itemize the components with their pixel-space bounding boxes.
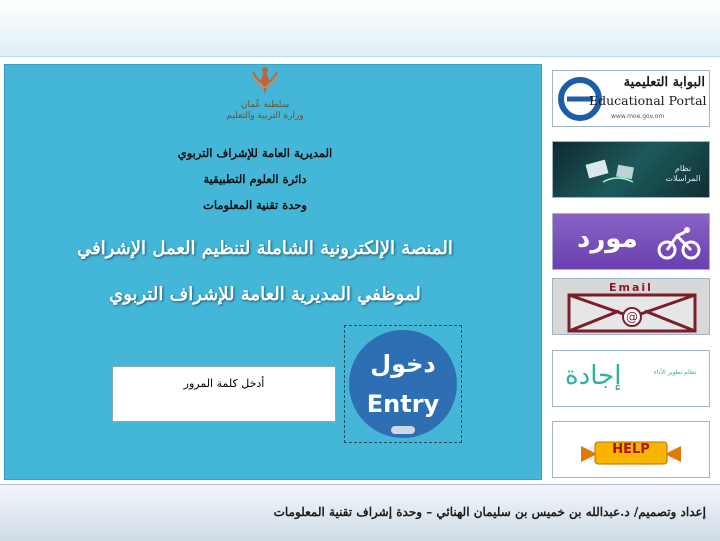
cyclist-icon [657, 227, 701, 260]
sidebar-item-correspondence[interactable]: نظام المراسلات [552, 141, 710, 198]
sidebar-item-ijada[interactable]: إجادة نظام تطوير الأداء [552, 350, 710, 407]
sidebar-item-mawrid[interactable]: مورد [552, 213, 710, 270]
department-heading: دائرة العلوم التطبيقية [203, 172, 307, 186]
portal-title-en: Educational Portal [589, 93, 707, 108]
footer-credit: إعداد وتصميم/ د.عبدالله بن خميس بن سليما… [273, 505, 706, 519]
sidebar: البوابة التعليمية Educational Portal www… [546, 64, 718, 478]
sidebar-item-help[interactable]: HELP [552, 421, 710, 478]
sidebar-item-educational-portal[interactable]: البوابة التعليمية Educational Portal www… [552, 70, 710, 127]
entry-label-ar: دخول [370, 350, 436, 378]
envelope-icon: @ [567, 293, 697, 333]
entry-label-en: Entry [366, 390, 440, 418]
help-label: HELP [612, 442, 650, 457]
page-title-line1: المنصة الإلكترونية الشاملة لتنظيم العمل … [77, 238, 453, 259]
ministry-line2: وزارة التربية والتعليم [226, 111, 304, 121]
ijada-subtitle: نظام تطوير الأداء [653, 369, 697, 376]
mawrid-label: مورد [577, 224, 638, 254]
entry-button-circle: دخول Entry [349, 330, 457, 438]
unit-heading: وحدة تقنية المعلومات [203, 198, 307, 212]
svg-text:@: @ [626, 310, 638, 324]
portal-title-ar: البوابة التعليمية [623, 75, 705, 90]
entry-button[interactable]: دخول Entry [344, 325, 462, 443]
ministry-name: سلطنة عُمان وزارة التربية والتعليم [225, 100, 305, 122]
top-banner [0, 0, 720, 57]
footer-bar: إعداد وتصميم/ د.عبدالله بن خميس بن سليما… [0, 484, 720, 541]
ministry-line1: سلطنة عُمان [240, 100, 290, 110]
page-title-line2: لموظفي المديرية العامة للإشراف التربوي [109, 284, 421, 305]
portal-url: www.moe.gov.om [611, 113, 665, 120]
directorate-heading: المديرية العامة للإشراف التربوي [177, 146, 333, 160]
password-input[interactable]: أدخل كلمة المرور [112, 366, 336, 422]
sidebar-item-email[interactable]: Email @ [552, 278, 710, 335]
pointer-icon [391, 426, 415, 434]
oman-emblem-icon [252, 67, 278, 94]
ijada-label: إجادة [565, 361, 622, 391]
correspondence-label: نظام المراسلات [665, 164, 701, 183]
correspondence-icon [585, 159, 634, 183]
